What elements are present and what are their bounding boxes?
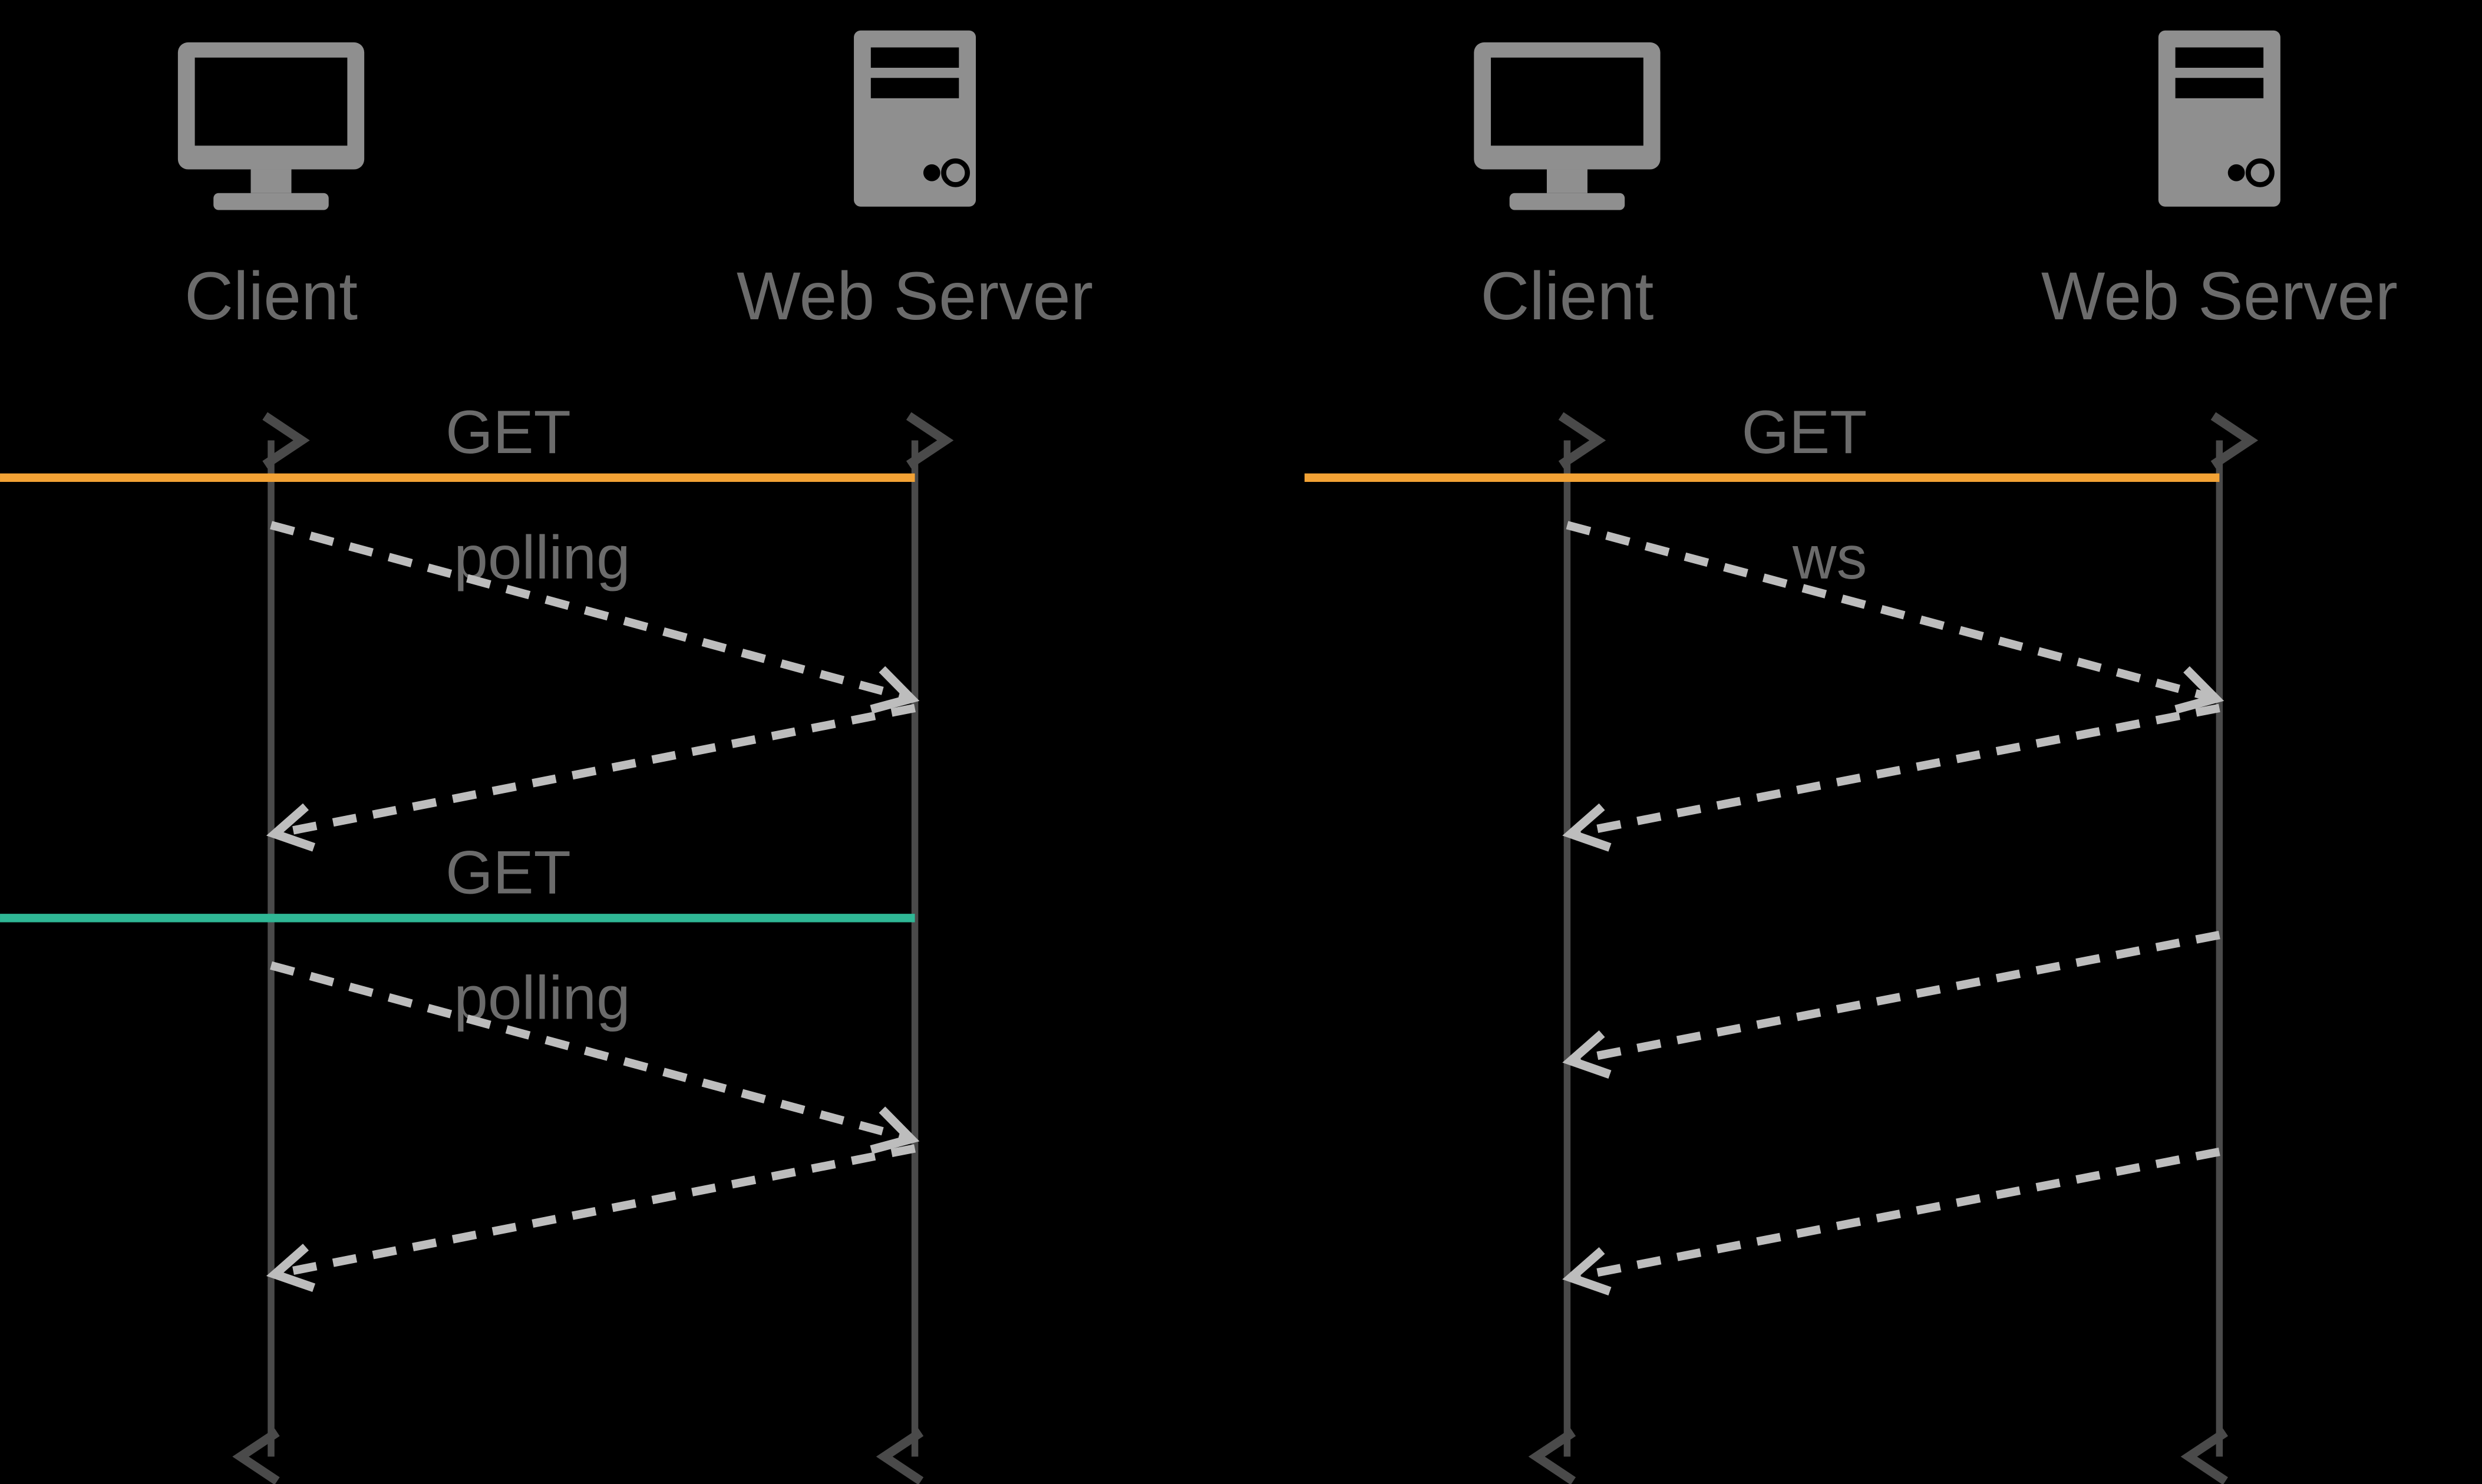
client-actor: Client <box>1474 42 1660 334</box>
get-label: GET <box>1742 398 1867 466</box>
get2-label: GET <box>445 838 571 907</box>
server-label: Web Server <box>737 259 1093 334</box>
get1-label: GET <box>445 398 571 466</box>
polling2-response-arrow <box>278 1148 915 1274</box>
left-panel: Client Web Server GET polling GET pollin… <box>0 31 1093 1457</box>
ws-request-arrow <box>1567 525 2212 698</box>
ws-push2-arrow <box>1574 935 2219 1060</box>
client-label: Client <box>184 259 358 334</box>
polling1-response-arrow <box>278 708 915 834</box>
client-label: Client <box>1480 259 1653 334</box>
server-label: Web Server <box>2041 259 2398 334</box>
ws-push3-arrow <box>1574 1152 2219 1277</box>
server-icon <box>854 31 976 207</box>
monitor-icon <box>1474 42 1660 210</box>
sequence-diagram: Client Web Server GET polling GET pollin… <box>0 0 2482 1484</box>
monitor-icon <box>178 42 364 210</box>
server-actor: Web Server <box>737 31 1093 334</box>
server-actor: Web Server <box>2041 31 2398 334</box>
client-actor: Client <box>178 42 364 334</box>
server-icon <box>2158 31 2280 207</box>
right-panel: Client Web Server GET ws <box>1305 31 2398 1457</box>
ws-label: ws <box>1792 523 1867 591</box>
ws-push1-arrow <box>1574 708 2219 834</box>
